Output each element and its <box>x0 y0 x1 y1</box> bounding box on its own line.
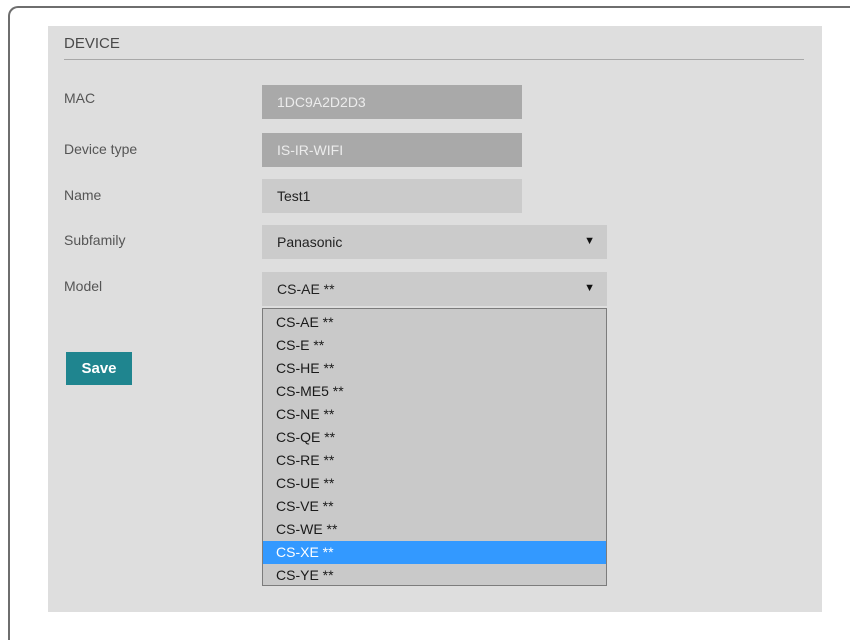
dropdown-option[interactable]: CS-NE ** <box>263 403 606 426</box>
mac-label: MAC <box>64 90 96 106</box>
dropdown-option[interactable]: CS-ME5 ** <box>263 380 606 403</box>
name-label: Name <box>64 187 102 203</box>
model-select[interactable]: CS-AE ** ▼ <box>262 272 607 306</box>
dropdown-option[interactable]: CS-UE ** <box>263 472 606 495</box>
subfamily-label: Subfamily <box>64 232 126 248</box>
dropdown-option[interactable]: CS-E ** <box>263 334 606 357</box>
dropdown-option[interactable]: CS-VE ** <box>263 495 606 518</box>
subfamily-select-value: Panasonic <box>277 234 343 250</box>
dropdown-option[interactable]: CS-WE ** <box>263 518 606 541</box>
save-button[interactable]: Save <box>66 352 132 385</box>
dropdown-option[interactable]: CS-QE ** <box>263 426 606 449</box>
dropdown-option[interactable]: CS-YE ** <box>263 564 606 587</box>
mac-field: 1DC9A2D2D3 <box>262 85 522 119</box>
section-title: DEVICE <box>64 35 120 52</box>
dropdown-option[interactable]: CS-RE ** <box>263 449 606 472</box>
model-select-value: CS-AE ** <box>277 281 335 297</box>
device-panel: DEVICE MAC 1DC9A2D2D3 Device type IS-IR-… <box>48 26 822 612</box>
model-dropdown-list: CS-AE ** CS-E ** CS-HE ** CS-ME5 ** CS-NE **… <box>262 308 607 586</box>
name-input[interactable]: Test1 <box>262 179 522 213</box>
dropdown-option[interactable]: CS-AE ** <box>263 311 606 334</box>
section-divider <box>64 59 804 60</box>
device-type-field: IS-IR-WIFI <box>262 133 522 167</box>
dropdown-option[interactable]: CS-XE ** <box>263 541 606 564</box>
dropdown-option[interactable]: CS-HE ** <box>263 357 606 380</box>
subfamily-select[interactable]: Panasonic ▼ <box>262 225 607 259</box>
caret-down-icon: ▼ <box>584 235 595 247</box>
caret-down-icon: ▼ <box>584 282 595 294</box>
device-type-label: Device type <box>64 141 138 157</box>
model-label: Model <box>64 278 103 294</box>
